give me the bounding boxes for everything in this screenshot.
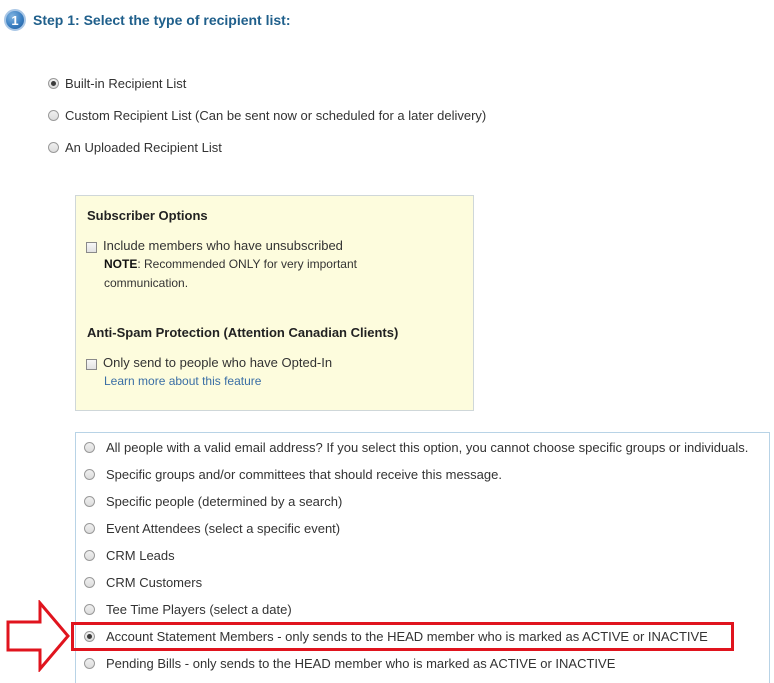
radio-icon[interactable]: [84, 496, 95, 507]
learn-more-link[interactable]: Learn more about this feature: [104, 374, 261, 388]
option-tee-time-players[interactable]: Tee Time Players (select a date): [84, 602, 292, 617]
option-label: Tee Time Players (select a date): [106, 602, 292, 617]
subscriber-options-title: Subscriber Options: [87, 208, 208, 223]
list-type-label: An Uploaded Recipient List: [65, 140, 222, 155]
option-specific-groups[interactable]: Specific groups and/or committees that s…: [84, 467, 502, 482]
list-type-uploaded[interactable]: An Uploaded Recipient List: [48, 140, 222, 155]
highlight-box: [71, 622, 734, 651]
list-type-builtin[interactable]: Built-in Recipient List: [48, 76, 186, 91]
option-specific-people[interactable]: Specific people (determined by a search): [84, 494, 342, 509]
radio-icon[interactable]: [48, 142, 59, 153]
list-type-label: Custom Recipient List (Can be sent now o…: [65, 108, 487, 123]
option-label: Event Attendees (select a specific event…: [106, 521, 341, 536]
radio-icon[interactable]: [84, 550, 95, 561]
radio-icon[interactable]: [84, 604, 95, 615]
option-event-attendees[interactable]: Event Attendees (select a specific event…: [84, 521, 340, 536]
subscriber-options-panel: Subscriber Options Include members who h…: [75, 195, 474, 411]
list-type-label: Built-in Recipient List: [65, 76, 187, 91]
include-unsubscribed-checkbox[interactable]: [86, 242, 97, 253]
radio-icon[interactable]: [84, 442, 95, 453]
step-number-badge: 1: [4, 9, 26, 31]
red-arrow-icon: [6, 600, 70, 672]
option-crm-customers[interactable]: CRM Customers: [84, 575, 202, 590]
radio-icon[interactable]: [84, 469, 95, 480]
radio-icon[interactable]: [84, 658, 95, 669]
include-unsubscribed-label[interactable]: Include members who have unsubscribed: [103, 238, 343, 253]
radio-icon[interactable]: [84, 523, 95, 534]
unsubscribed-note: NOTE: Recommended ONLY for very importan…: [104, 255, 404, 293]
option-crm-leads[interactable]: CRM Leads: [84, 548, 175, 563]
option-label: CRM Customers: [106, 575, 203, 590]
list-type-custom[interactable]: Custom Recipient List (Can be sent now o…: [48, 108, 486, 123]
step-title: Step 1: Select the type of recipient lis…: [33, 12, 291, 28]
radio-icon[interactable]: [48, 110, 59, 121]
radio-icon[interactable]: [84, 577, 95, 588]
option-label: Specific groups and/or committees that s…: [106, 467, 502, 482]
opted-in-checkbox[interactable]: [86, 359, 97, 370]
radio-icon[interactable]: [48, 78, 59, 89]
option-label: All people with a valid email address? I…: [106, 440, 749, 455]
anti-spam-title: Anti-Spam Protection (Attention Canadian…: [87, 325, 399, 340]
option-pending-bills[interactable]: Pending Bills - only sends to the HEAD m…: [84, 656, 615, 671]
option-label: Pending Bills - only sends to the HEAD m…: [106, 656, 616, 671]
opted-in-label[interactable]: Only send to people who have Opted-In: [103, 355, 332, 370]
option-label: Specific people (determined by a search): [106, 494, 343, 509]
option-label: CRM Leads: [106, 548, 175, 563]
step-header: 1 Step 1: Select the type of recipient l…: [4, 7, 291, 33]
option-all-valid-email[interactable]: All people with a valid email address? I…: [84, 440, 748, 455]
note-text: : Recommended ONLY for very important co…: [104, 257, 357, 290]
note-prefix: NOTE: [104, 257, 138, 271]
